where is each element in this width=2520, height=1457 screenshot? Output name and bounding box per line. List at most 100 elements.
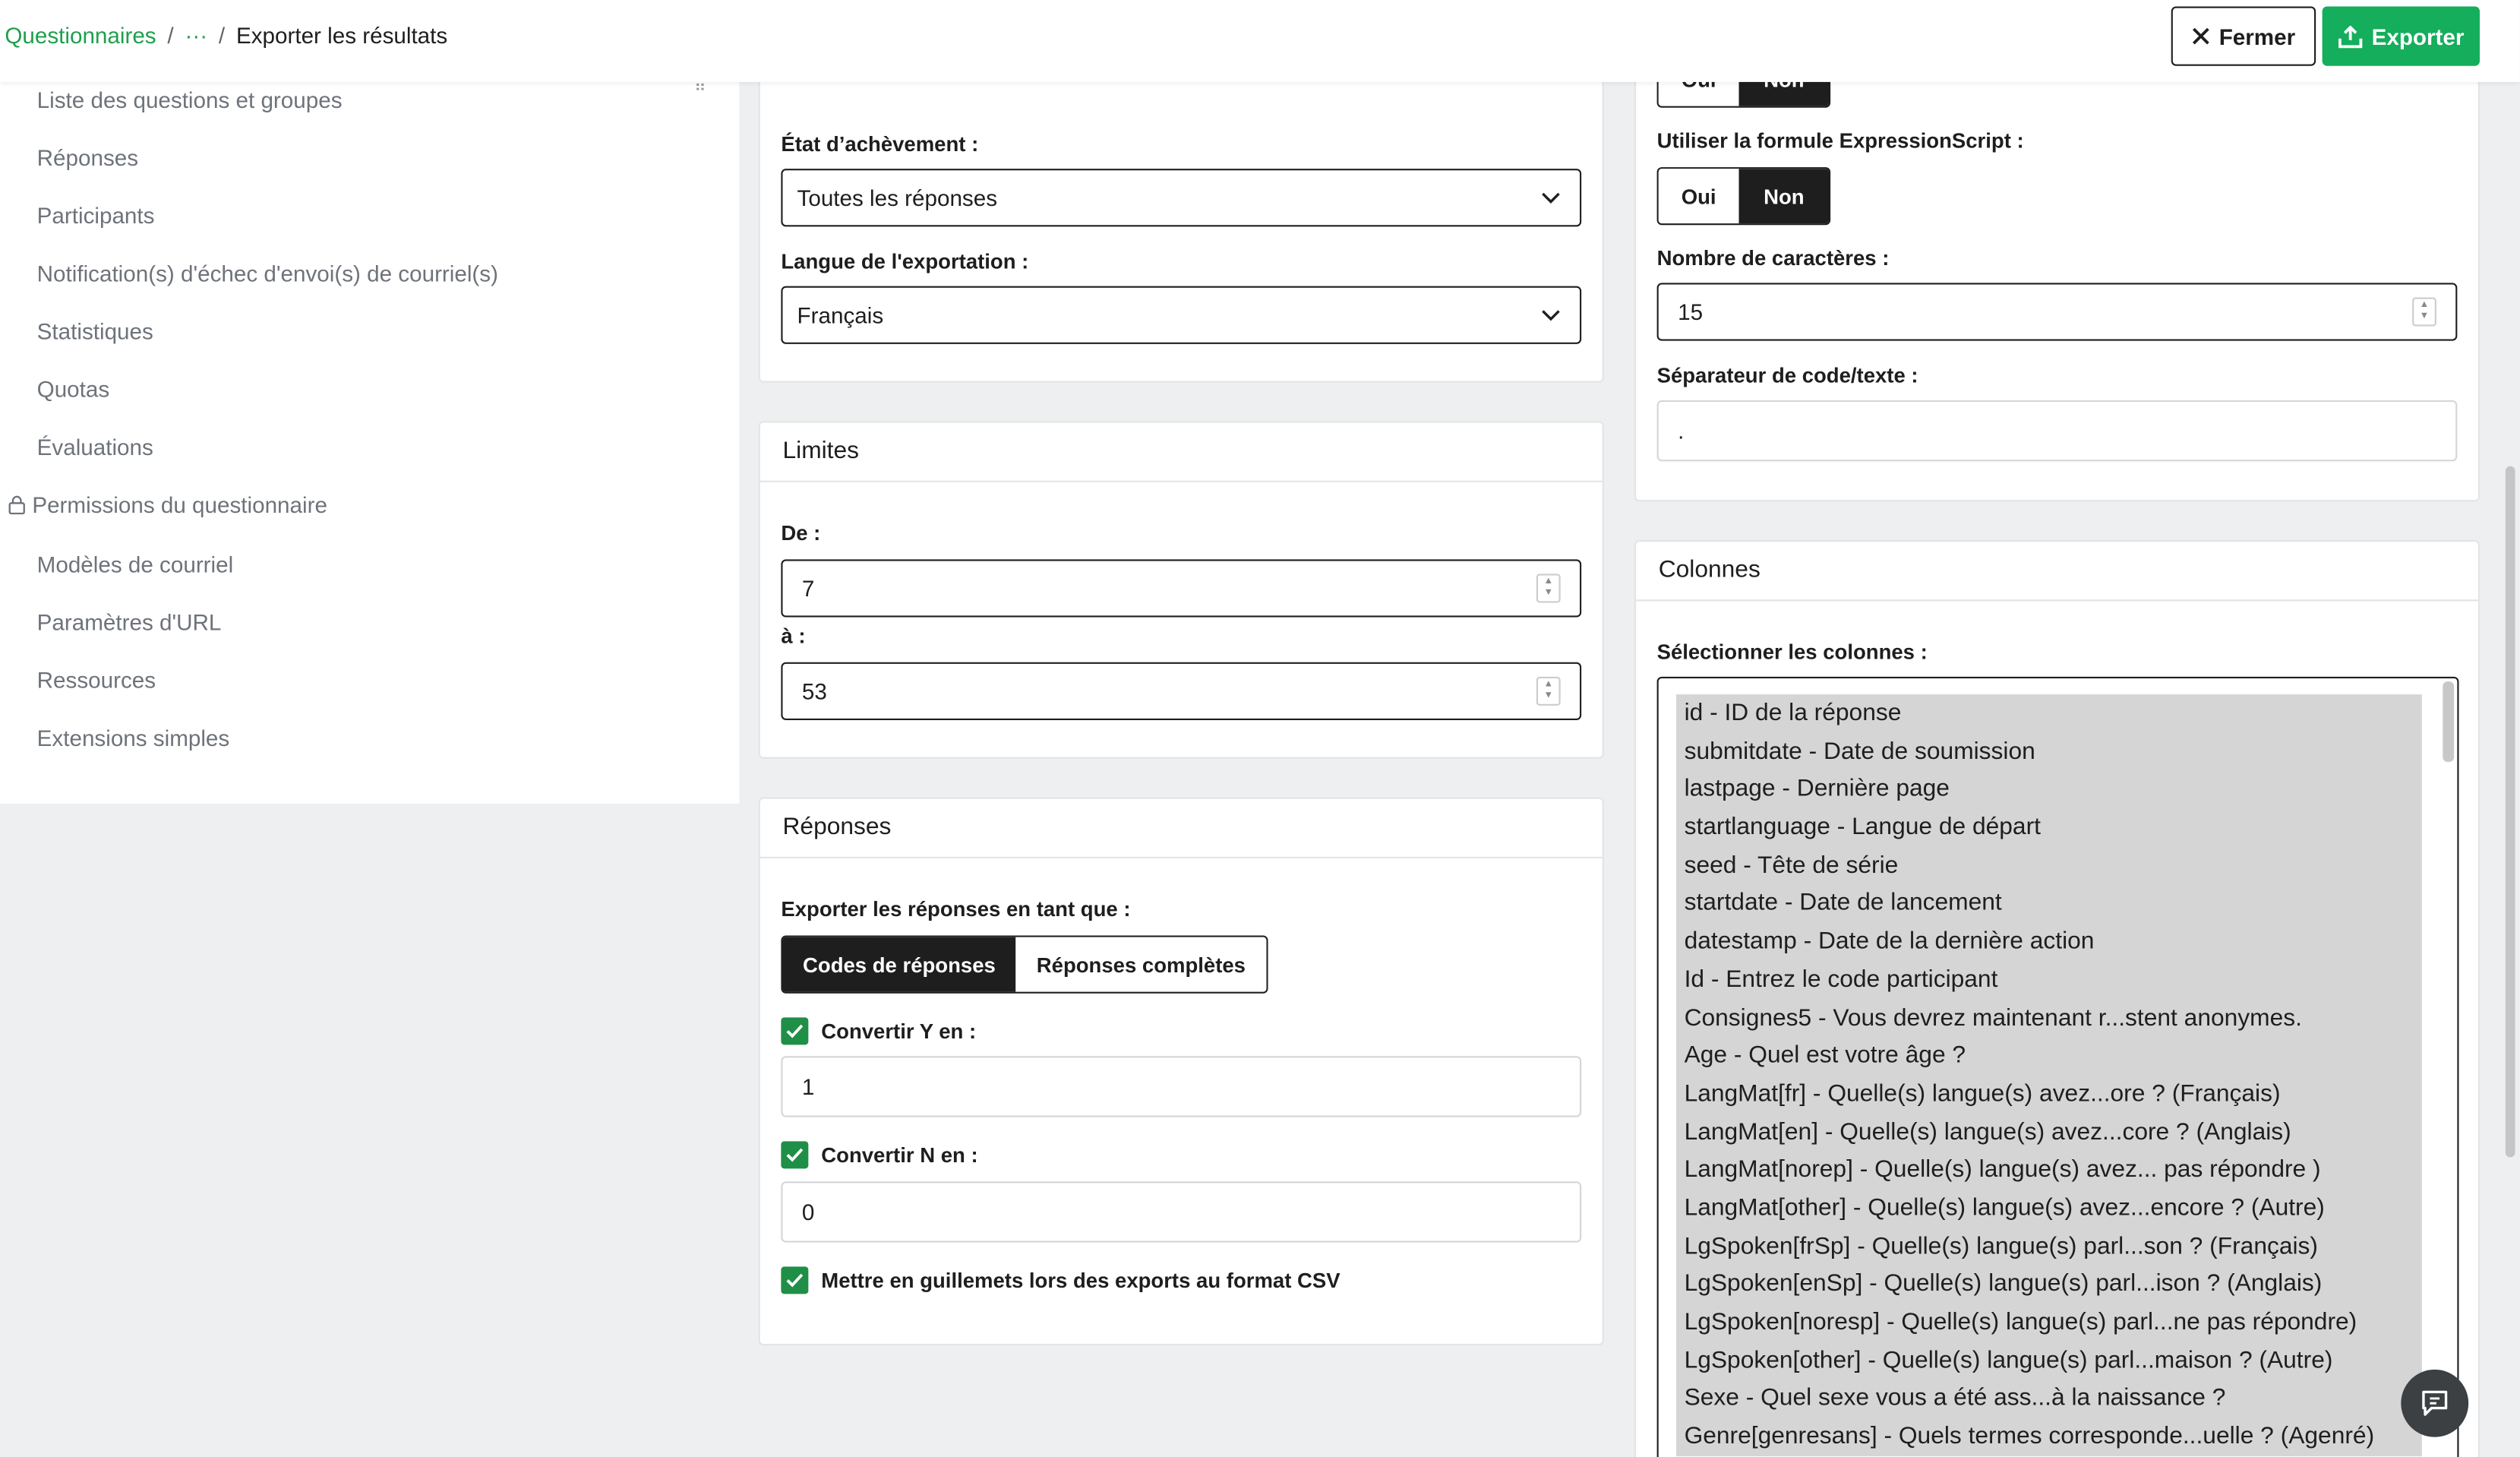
columns-scrollbar[interactable]: [2443, 681, 2455, 762]
breadcrumb-separator: /: [167, 22, 174, 49]
completion-state-label: État d’achèvement :: [781, 131, 979, 156]
sidebar-item-statistics[interactable]: Statistiques: [37, 318, 153, 344]
to-label: à :: [781, 624, 806, 648]
from-input[interactable]: 7 ▲ ▼: [781, 559, 1582, 618]
column-option[interactable]: LgSpoken[enSp] - Quelle(s) langue(s) par…: [1676, 1266, 2422, 1304]
from-label: De :: [781, 520, 821, 545]
separator-label: Séparateur de code/texte :: [1656, 363, 1918, 387]
to-input[interactable]: 53 ▲ ▼: [781, 662, 1582, 720]
char-count-label: Nombre de caractères :: [1656, 245, 1890, 270]
column-option[interactable]: LangMat[en] - Quelle(s) langue(s) avez..…: [1676, 1113, 2422, 1151]
column-option[interactable]: Age - Quel est votre âge ?: [1676, 1037, 2422, 1075]
breadcrumb: Questionnaires / ··· / Exporter les résu…: [5, 23, 447, 49]
sidebar-item-participants[interactable]: Participants: [37, 203, 155, 229]
responses-title: Réponses: [759, 799, 1603, 858]
sidebar: ⠿ Liste des questions et groupes Réponse…: [0, 79, 740, 804]
top-bar: Questionnaires / ··· / Exporter les résu…: [0, 0, 2520, 82]
column-option[interactable]: datestamp - Date de la dernière action: [1676, 923, 2422, 961]
upload-icon: [2338, 24, 2362, 48]
column-option[interactable]: Id - Entrez le code participant: [1676, 961, 2422, 999]
column-option[interactable]: Genre[genresans] - Quels termes correspo…: [1676, 1417, 2422, 1455]
check-icon: [786, 1273, 804, 1288]
responses-card: Réponses Exporter les réponses en tant q…: [758, 797, 1604, 1346]
limits-title: Limites: [759, 423, 1603, 482]
to-value: 53: [801, 678, 827, 704]
chevron-down-icon: [1542, 192, 1560, 204]
breadcrumb-ellipsis-link[interactable]: ···: [185, 23, 207, 49]
export-as-label: Exporter les réponses en tant que :: [781, 896, 1131, 921]
number-spinner-icon[interactable]: ▲ ▼: [2412, 297, 2436, 327]
check-icon: [786, 1148, 804, 1162]
column-option[interactable]: id - ID de la réponse: [1676, 694, 2422, 732]
from-value: 7: [801, 575, 815, 602]
expression-non-option[interactable]: Non: [1738, 169, 1830, 224]
column-option[interactable]: startlanguage - Langue de départ: [1676, 808, 2422, 846]
sidebar-item-simple-plugins[interactable]: Extensions simples: [37, 725, 230, 751]
full-responses-option[interactable]: Réponses complètes: [1015, 937, 1267, 992]
export-button-label: Exporter: [2371, 23, 2465, 49]
export-language-select[interactable]: Français: [781, 286, 1582, 344]
column-option[interactable]: seed - Tête de série: [1676, 847, 2422, 885]
breadcrumb-questionnaires-link[interactable]: Questionnaires: [5, 23, 156, 49]
expression-script-label: Utiliser la formule ExpressionScript :: [1656, 128, 2024, 153]
separator-input[interactable]: .: [1656, 400, 2458, 462]
sidebar-item-assessments[interactable]: Évaluations: [37, 434, 153, 460]
convert-n-input[interactable]: 0: [781, 1181, 1582, 1243]
close-button-label: Fermer: [2218, 23, 2296, 49]
close-button[interactable]: Fermer: [2171, 6, 2316, 66]
response-codes-option[interactable]: Codes de réponses: [782, 937, 1016, 992]
sidebar-item-email-templates[interactable]: Modèles de courriel: [37, 552, 234, 577]
quote-csv-label: Mettre en guillemets lors des exports au…: [821, 1268, 1341, 1293]
column-option[interactable]: submitdate - Date de soumission: [1676, 732, 2422, 770]
column-option[interactable]: LangMat[fr] - Quelle(s) langue(s) avez..…: [1676, 1075, 2422, 1113]
export-language-label: Langue de l'exportation :: [781, 248, 1029, 273]
sidebar-item-questions-groups[interactable]: Liste des questions et groupes: [37, 87, 343, 112]
column-option[interactable]: LgSpoken[noresp] - Quelle(s) langue(s) p…: [1676, 1304, 2422, 1342]
column-option[interactable]: LgSpoken[frSp] - Quelle(s) langue(s) par…: [1676, 1228, 2422, 1266]
columns-title: Colonnes: [1636, 542, 2478, 602]
convert-n-value: 0: [801, 1199, 815, 1225]
number-spinner-icon[interactable]: ▲ ▼: [1536, 676, 1561, 706]
export-language-value: Français: [797, 302, 884, 328]
sidebar-item-label: Permissions du questionnaire: [32, 491, 327, 518]
sidebar-item-url-params[interactable]: Paramètres d'URL: [37, 609, 222, 635]
column-option[interactable]: LgSpoken[other] - Quelle(s) langue(s) pa…: [1676, 1342, 2422, 1380]
lock-icon: [8, 495, 25, 515]
convert-y-checkbox[interactable]: [781, 1017, 809, 1045]
chat-button[interactable]: [2401, 1369, 2469, 1437]
export-as-toggle: Codes de réponses Réponses complètes: [781, 935, 1268, 994]
completion-state-select[interactable]: Toutes les réponses: [781, 169, 1582, 227]
convert-y-value: 1: [801, 1073, 815, 1100]
column-option[interactable]: LangMat[other] - Quelle(s) langue(s) ave…: [1676, 1190, 2422, 1228]
general-card: État d’achèvement : Toutes les réponses …: [758, 64, 1604, 383]
breadcrumb-separator: /: [218, 22, 226, 49]
column-option[interactable]: LangMat[norep] - Quelle(s) langue(s) ave…: [1676, 1152, 2422, 1190]
convert-y-input[interactable]: 1: [781, 1056, 1582, 1117]
page-scrollbar[interactable]: [2505, 466, 2515, 1158]
check-icon: [786, 1024, 804, 1038]
expression-oui-option[interactable]: Oui: [1658, 169, 1739, 224]
number-spinner-icon[interactable]: ▲ ▼: [1536, 574, 1561, 603]
column-option[interactable]: lastpage - Dernière page: [1676, 770, 2422, 808]
column-option[interactable]: startdate - Date de lancement: [1676, 885, 2422, 923]
breadcrumb-current: Exporter les résultats: [235, 22, 448, 49]
columns-multiselect[interactable]: id - ID de la réponse submitdate - Date d…: [1656, 676, 2459, 1457]
close-icon: [2192, 27, 2209, 45]
sidebar-item-resources[interactable]: Ressources: [37, 667, 156, 693]
completion-state-value: Toutes les réponses: [797, 185, 998, 211]
char-count-input[interactable]: 15 ▲ ▼: [1656, 283, 2458, 341]
convert-y-label: Convertir Y en :: [821, 1019, 977, 1044]
column-option[interactable]: Sexe - Quel sexe vous a été ass...à la n…: [1676, 1380, 2422, 1417]
column-option[interactable]: Consignes5 - Vous devrez maintenant r...…: [1676, 999, 2422, 1037]
quote-csv-checkbox[interactable]: [781, 1266, 809, 1294]
chevron-down-icon: [1542, 310, 1560, 321]
sidebar-item-responses[interactable]: Réponses: [37, 144, 138, 170]
sidebar-item-email-failures[interactable]: Notification(s) d'échec d'envoi(s) de co…: [37, 261, 498, 286]
limits-card: Limites De : 7 ▲ ▼ à : 53 ▲ ▼: [758, 421, 1604, 759]
separator-value: .: [1678, 418, 1685, 444]
sidebar-item-quotas[interactable]: Quotas: [37, 376, 110, 402]
export-button[interactable]: Exporter: [2322, 6, 2480, 66]
sidebar-item-permissions[interactable]: Permissions du questionnaire: [8, 491, 327, 517]
convert-n-checkbox[interactable]: [781, 1141, 809, 1169]
chat-icon: [2422, 1390, 2448, 1416]
